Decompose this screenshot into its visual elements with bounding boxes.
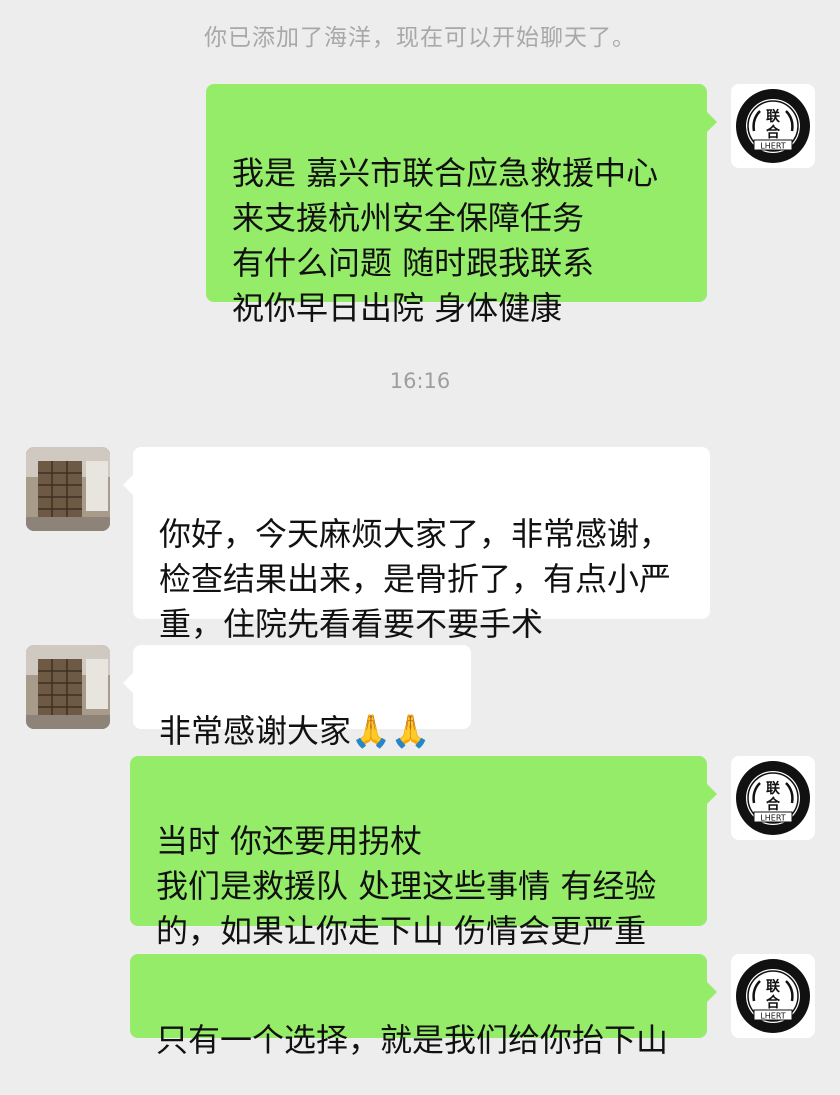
logo-center-text-top: 联 <box>766 781 781 797</box>
contact-avatar-room-icon[interactable] <box>26 645 110 729</box>
message-bubble-incoming[interactable]: 非常感谢大家🙏🙏 <box>123 645 471 750</box>
bubble-tail <box>707 784 717 804</box>
logo-center-text-top: 联 <box>766 109 781 125</box>
message-text: 当时 你还要用拐杖 我们是救援队 处理这些事情 有经验 的，如果让你走下山 伤情… <box>156 822 657 950</box>
logo-bottom-text: LHERT <box>760 1012 786 1021</box>
logo-bottom-text: LHERT <box>760 814 786 823</box>
message-bubble-outgoing[interactable]: 当时 你还要用拐杖 我们是救援队 处理这些事情 有经验 的，如果让你走下山 伤情… <box>130 756 717 950</box>
logo-center-text-bottom: 合 <box>766 796 781 813</box>
logo-bottom-text: LHERT <box>760 142 786 151</box>
message-text: 你好，今天麻烦大家了，非常感谢， 检查结果出来，是骨折了，有点小严 重，住院先看… <box>159 515 672 643</box>
self-avatar-rescue-logo-icon[interactable]: 联 合 LHERT <box>731 756 815 840</box>
bubble-tail <box>707 112 717 132</box>
self-avatar-rescue-logo-icon[interactable]: 联 合 LHERT <box>731 84 815 168</box>
bubble-tail <box>123 673 133 693</box>
timestamp: 16:16 <box>389 369 451 393</box>
rescue-team-logo-icon: 联 合 LHERT <box>736 959 810 1033</box>
room-photo-icon <box>26 447 110 531</box>
rescue-team-logo-icon: 联 合 LHERT <box>736 761 810 835</box>
logo-center-text-bottom: 合 <box>766 124 781 141</box>
logo-center-text-bottom: 合 <box>766 994 781 1011</box>
rescue-team-logo-icon: 联 合 LHERT <box>736 89 810 163</box>
message-text: 只有一个选择，就是我们给你抬下山 <box>156 1021 669 1059</box>
bubble-tail <box>707 982 717 1002</box>
message-bubble-outgoing[interactable]: 只有一个选择，就是我们给你抬下山 <box>130 954 717 1059</box>
contact-avatar-room-icon[interactable] <box>26 447 110 531</box>
message-bubble-outgoing[interactable]: 我是 嘉兴市联合应急救援中心 来支援杭州安全保障任务 有什么问题 随时跟我联系 … <box>206 84 717 327</box>
room-photo-icon <box>26 645 110 729</box>
message-bubble-incoming[interactable]: 你好，今天麻烦大家了，非常感谢， 检查结果出来，是骨折了，有点小严 重，住院先看… <box>123 447 710 643</box>
bubble-tail <box>123 475 133 495</box>
message-text: 非常感谢大家🙏🙏 <box>159 712 431 750</box>
message-text: 我是 嘉兴市联合应急救援中心 来支援杭州安全保障任务 有什么问题 随时跟我联系 … <box>232 154 659 327</box>
self-avatar-rescue-logo-icon[interactable]: 联 合 LHERT <box>731 954 815 1038</box>
logo-center-text-top: 联 <box>766 979 781 995</box>
system-notice: 你已添加了海洋，现在可以开始聊天了。 <box>204 25 636 51</box>
